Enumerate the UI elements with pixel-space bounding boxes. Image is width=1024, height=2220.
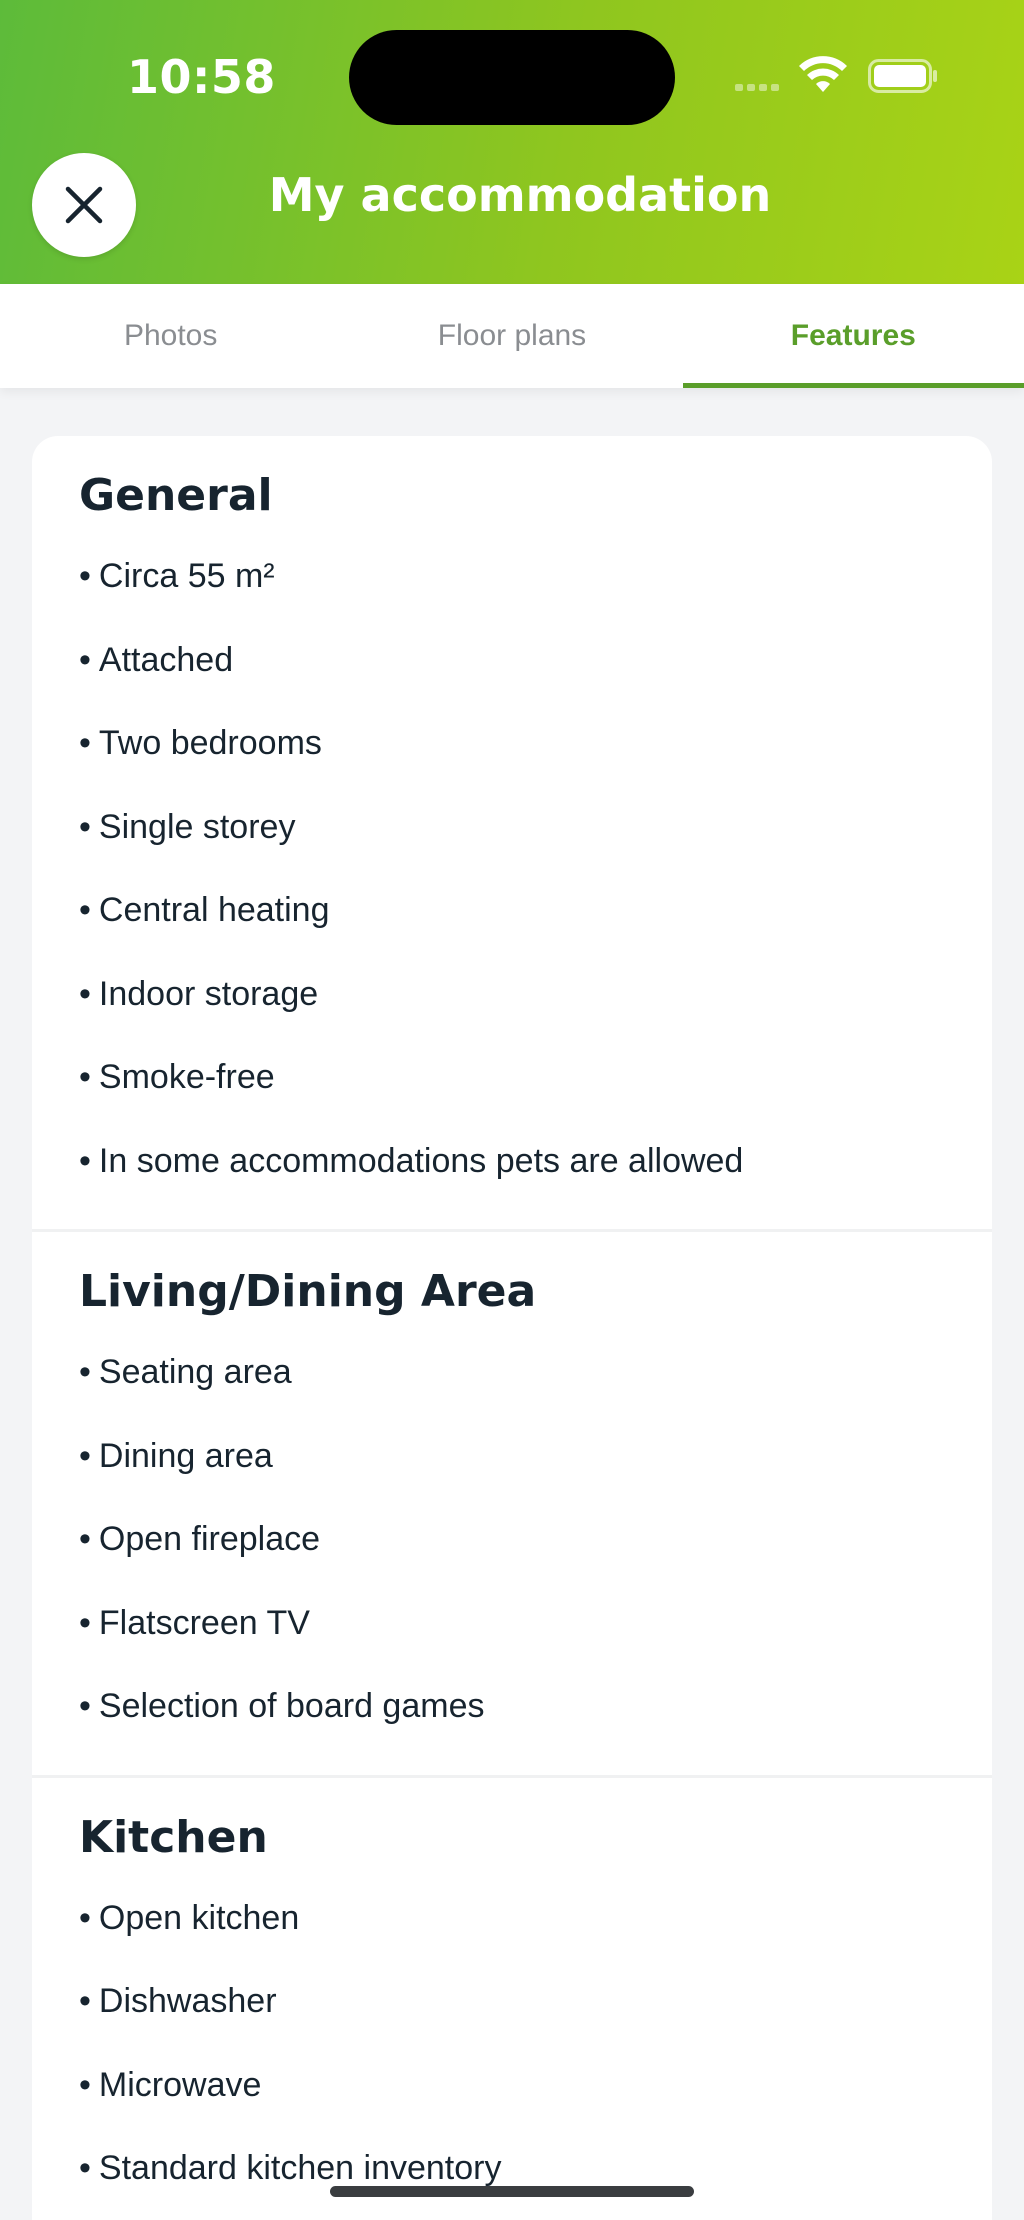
list-item: Smoke-free xyxy=(79,1036,945,1120)
dynamic-island xyxy=(349,30,675,125)
list-item: Central heating xyxy=(79,869,945,953)
section-heading: General xyxy=(79,470,273,521)
tab-bar: Photos Floor plans Features xyxy=(0,284,1024,388)
page-title: My accommodation xyxy=(268,168,772,222)
section-kitchen: Kitchen Open kitchen Dishwasher Microwav… xyxy=(32,1778,992,2220)
tab-features[interactable]: Features xyxy=(682,284,1024,388)
list-item: Dishwasher xyxy=(79,1960,945,2044)
battery-icon xyxy=(868,59,937,93)
tab-photos[interactable]: Photos xyxy=(0,284,341,388)
list-item: Standard kitchen inventory xyxy=(79,2127,945,2211)
list-item: Attached xyxy=(79,619,945,703)
tab-floor-plans[interactable]: Floor plans xyxy=(341,284,682,388)
section-general: General Circa 55 m² Attached Two bedroom… xyxy=(32,436,992,1232)
section-living-dining: Living/Dining Area Seating area Dining a… xyxy=(32,1232,992,1778)
list-item: Single storey xyxy=(79,786,945,870)
wifi-icon xyxy=(799,56,847,92)
app-header: 10:58 My accommodation xyxy=(0,0,1024,284)
home-indicator[interactable] xyxy=(330,2186,694,2197)
list-item: Flatscreen TV xyxy=(79,1582,945,1666)
list-item: Circa 55 m² xyxy=(79,535,945,619)
cellular-signal-icon xyxy=(735,84,779,91)
list-item: Indoor storage xyxy=(79,953,945,1037)
list-item: Dining area xyxy=(79,1415,945,1499)
list-item: Microwave xyxy=(79,2044,945,2128)
section-heading: Living/Dining Area xyxy=(79,1266,537,1317)
list-item: Seating area xyxy=(79,1331,945,1415)
list-item: Selection of board games xyxy=(79,1665,945,1749)
list-item: In some accommodations pets are allowed xyxy=(79,1120,945,1204)
features-card: General Circa 55 m² Attached Two bedroom… xyxy=(32,436,992,2220)
list-item: Two bedrooms xyxy=(79,702,945,786)
list-item: Open fireplace xyxy=(79,1498,945,1582)
status-time: 10:58 xyxy=(127,50,276,104)
list-item: Open kitchen xyxy=(79,1877,945,1961)
section-heading: Kitchen xyxy=(79,1811,268,1863)
